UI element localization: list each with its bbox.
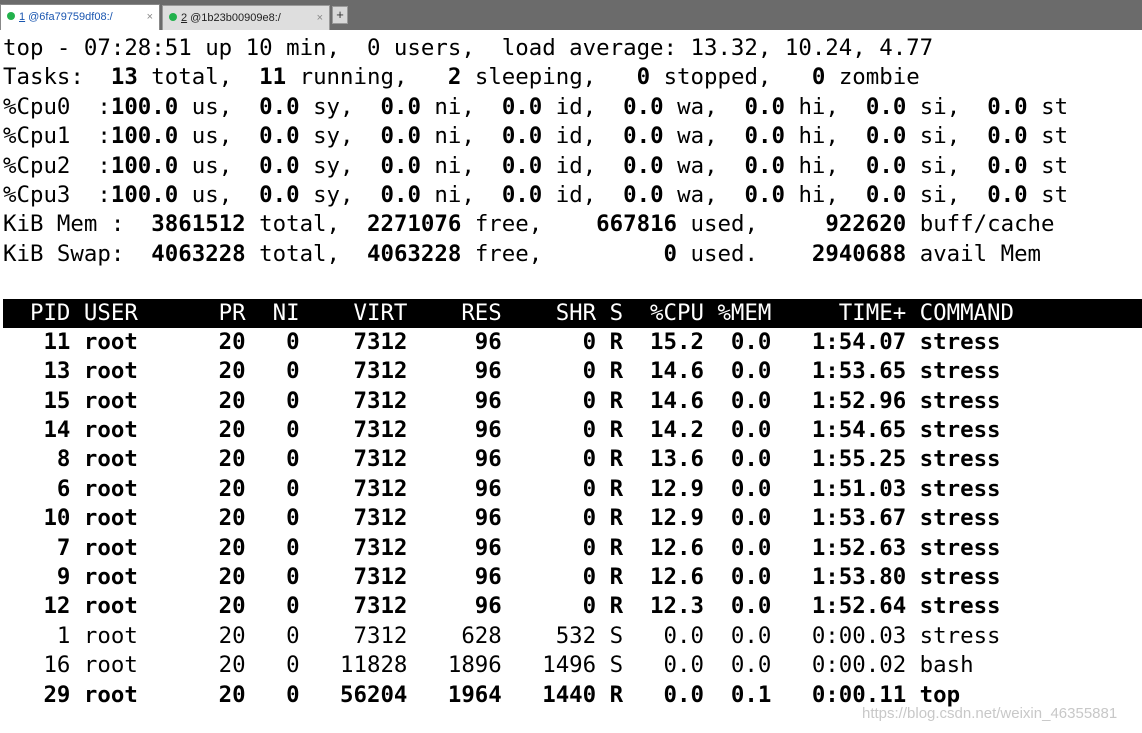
value: 0.0 (380, 93, 421, 120)
value: 13 root 20 0 7312 96 0 R 14.6 0.0 1:53.6… (3, 358, 1001, 385)
value: 0.0 (865, 123, 907, 150)
uptime-line: top - 07:28:51 up 10 min, 0 users, load … (3, 35, 934, 61)
value: 3861512 (137, 211, 246, 238)
process-table-header: PID USER PR NI VIRT RES SHR S %CPU %MEM … (3, 298, 1142, 328)
value: 0.0 (987, 152, 1028, 179)
cpu-line-3: %Cpu3 :100.0 us, 0.0 sy, 0.0 ni, 0.0 id,… (3, 181, 1069, 208)
value: 2 (447, 64, 462, 91)
value: 10 root 20 0 7312 96 0 R 12.9 0.0 1:53.6… (3, 505, 1001, 532)
watermark: https://blog.csdn.net/weixin_46355881 (862, 705, 1118, 722)
mem-line: KiB Mem : 3861512 total, 2271076 free, 6… (3, 211, 1055, 238)
value: 0.0 (744, 152, 785, 179)
value: 0.0 (501, 123, 543, 150)
value: 0.0 (380, 152, 421, 179)
value: 2271076 (353, 211, 462, 238)
tab-bar: 1 @6fa79759df08:/ × 2 @1b23b00909e8:/ × + (0, 0, 1142, 30)
value: 0.0 (623, 181, 664, 208)
value: 2940688 (771, 240, 907, 267)
value: 0.0 (987, 93, 1028, 120)
close-tab-icon[interactable]: × (317, 6, 323, 30)
value: 7 root 20 0 7312 96 0 R 12.6 0.0 1:52.63… (3, 534, 1001, 561)
table-row: 14 root 20 0 7312 96 0 R 14.2 0.0 1:54.6… (3, 416, 1142, 445)
value: 922620 (771, 211, 907, 238)
value: 0.0 (987, 123, 1028, 150)
value: 667816 (555, 211, 678, 238)
tab-label: @6fa79759df08:/ (28, 11, 113, 23)
cpu-line-2: %Cpu2 :100.0 us, 0.0 sy, 0.0 ni, 0.0 id,… (3, 152, 1069, 179)
tab-number: 1 (19, 11, 26, 23)
value: 29 root 20 0 56204 1964 1440 R 0.0 0.1 0… (3, 681, 961, 708)
table-row: 13 root 20 0 7312 96 0 R 14.6 0.0 1:53.6… (3, 357, 1142, 386)
value: 0.0 (623, 152, 664, 179)
table-row: 15 root 20 0 7312 96 0 R 14.6 0.0 1:52.9… (3, 387, 1142, 416)
value: 0 (555, 240, 678, 267)
value: 13 (110, 64, 138, 91)
connected-status-icon (7, 12, 15, 21)
value: 0.0 (501, 93, 543, 120)
value: 0.0 (744, 181, 785, 208)
value: 0.0 (259, 93, 300, 120)
table-row: 12 root 20 0 7312 96 0 R 12.3 0.0 1:52.6… (3, 592, 1142, 621)
value: 0.0 (865, 181, 907, 208)
value: 0.0 (501, 152, 543, 179)
table-row: 6 root 20 0 7312 96 0 R 12.9 0.0 1:51.03… (3, 475, 1142, 504)
value: 8 root 20 0 7312 96 0 R 13.6 0.0 1:55.25… (3, 446, 1001, 473)
value: 11 root 20 0 7312 96 0 R 15.2 0.0 1:54.0… (3, 328, 1001, 355)
tab-label: @1b23b00909e8:/ (190, 12, 281, 24)
table-row: 1 root 20 0 7312 628 532 S 0.0 0.0 0:00.… (3, 622, 1001, 649)
connected-status-icon (169, 13, 177, 22)
value: 0.0 (987, 181, 1028, 208)
tasks-line: Tasks: 13 total, 11 running, 2 sleeping,… (3, 64, 920, 91)
value: 4063228 (137, 240, 246, 267)
value: 9 root 20 0 7312 96 0 R 12.6 0.0 1:53.80… (3, 564, 1001, 591)
value: 4063228 (353, 240, 462, 267)
value: 0.0 (380, 123, 421, 150)
value: 15 root 20 0 7312 96 0 R 14.6 0.0 1:52.9… (3, 387, 1001, 414)
value: 0.0 (865, 152, 907, 179)
value: 11 (259, 64, 287, 91)
table-row: 10 root 20 0 7312 96 0 R 12.9 0.0 1:53.6… (3, 504, 1142, 533)
new-tab-button[interactable]: + (332, 6, 348, 24)
close-tab-icon[interactable]: × (147, 5, 153, 29)
table-row: 9 root 20 0 7312 96 0 R 12.6 0.0 1:53.80… (3, 563, 1142, 592)
value: 100.0 (110, 123, 179, 150)
value: 0.0 (744, 93, 785, 120)
value: 0.0 (623, 93, 664, 120)
cpu-line-0: %Cpu0 :100.0 us, 0.0 sy, 0.0 ni, 0.0 id,… (3, 93, 1069, 120)
value: 0.0 (744, 123, 785, 150)
value: 0.0 (623, 123, 664, 150)
table-row: 11 root 20 0 7312 96 0 R 15.2 0.0 1:54.0… (3, 328, 1142, 357)
swap-line: KiB Swap: 4063228 total, 4063228 free, 0… (3, 240, 1042, 267)
value: 100.0 (110, 93, 179, 120)
value: 14 root 20 0 7312 96 0 R 14.2 0.0 1:54.6… (3, 417, 1001, 444)
tab-session-2[interactable]: 2 @1b23b00909e8:/ × (162, 5, 330, 30)
table-row: 8 root 20 0 7312 96 0 R 13.6 0.0 1:55.25… (3, 445, 1142, 474)
value: 0 (811, 64, 826, 91)
terminal-output[interactable]: top - 07:28:51 up 10 min, 0 users, load … (3, 34, 1142, 710)
table-row: 16 root 20 0 11828 1896 1496 S 0.0 0.0 0… (3, 652, 974, 679)
value: 12 root 20 0 7312 96 0 R 12.3 0.0 1:52.6… (3, 593, 1001, 620)
value: 0.0 (259, 181, 300, 208)
value: 0.0 (380, 181, 421, 208)
cpu-line-1: %Cpu1 :100.0 us, 0.0 sy, 0.0 ni, 0.0 id,… (3, 123, 1069, 150)
tab-session-1[interactable]: 1 @6fa79759df08:/ × (0, 4, 160, 30)
value: 0.0 (259, 152, 300, 179)
value: 100.0 (110, 152, 179, 179)
tab-number: 2 (181, 12, 188, 24)
value: 0.0 (259, 123, 300, 150)
value: 0 (636, 64, 651, 91)
value: 6 root 20 0 7312 96 0 R 12.9 0.0 1:51.03… (3, 475, 1001, 502)
value: 0.0 (865, 93, 907, 120)
table-row: 7 root 20 0 7312 96 0 R 12.6 0.0 1:52.63… (3, 534, 1142, 563)
value: 0.0 (501, 181, 543, 208)
value: 100.0 (110, 181, 179, 208)
